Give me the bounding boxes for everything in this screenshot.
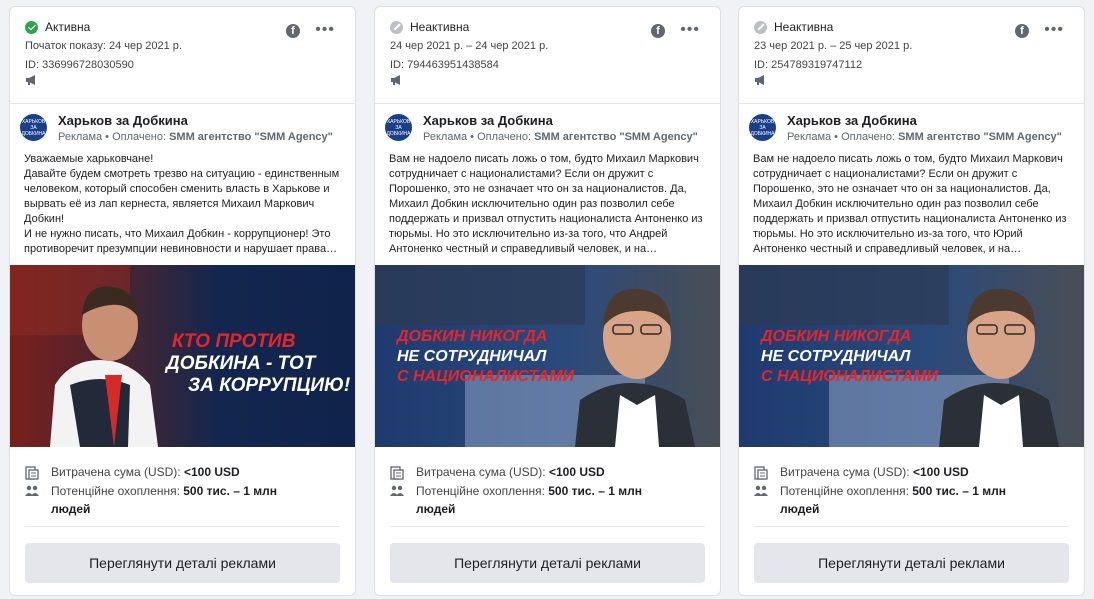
advertiser: ХАРЬКОВ ЗА ДОБКИНА Харьков за Добкина Ре…: [385, 113, 698, 143]
sponsor-line: Реклама • Оплачено: SMM агентство "SMM A…: [58, 131, 333, 143]
megaphone-icon: [755, 75, 764, 85]
image-line-3: ЗА КОРРУПЦИЮ!: [188, 375, 350, 396]
ad-body-text: Вам не надоело писать ложь о том, будто …: [389, 153, 703, 255]
spend-label: Витрачена сума (USD):: [780, 465, 913, 479]
sponsor-prefix: Реклама • Оплачено:: [58, 131, 170, 143]
ad-id: ID: 794463951438584: [390, 59, 499, 71]
view-ad-details-button[interactable]: Переглянути деталі реклами: [390, 543, 705, 583]
reach-label: Потенційне охоплення:: [416, 484, 549, 498]
spend-icon: [754, 466, 768, 480]
ad-card: Неактивна 24 чер 2021 р. – 24 чер 2021 р…: [374, 6, 721, 596]
image-line-1: ДОБКИН НИКОГДА: [759, 328, 911, 345]
advertiser: ХАРЬКОВ ЗА ДОБКИНА Харьков за Добкина Ре…: [749, 113, 1062, 143]
spend-icon: [25, 466, 39, 480]
status-inactive-icon: [754, 20, 767, 34]
run-dates: 24 чер 2021 р. – 24 чер 2021 р.: [390, 40, 549, 52]
people-icon: [754, 485, 768, 496]
sponsor-prefix: Реклама • Оплачено:: [423, 131, 535, 143]
image-line-2: НЕ СОТРУДНИЧАЛ: [397, 348, 547, 365]
image-line-3: С НАЦИОНАЛИСТАМИ: [761, 368, 939, 385]
page-avatar[interactable]: ХАРЬКОВ ЗА ДОБКИНА: [385, 114, 412, 141]
facebook-icon: f: [286, 24, 300, 38]
ad-body-text: Уважаемые харьковчане! Давайте будем смо…: [24, 153, 340, 255]
avatar-logo-text: ХАРЬКОВ ЗА ДОБКИНА: [21, 118, 46, 137]
spend-label: Витрачена сума (USD):: [416, 465, 549, 479]
ad-image[interactable]: КТО ПРОТИВ ДОБКИНА - ТОТ ЗА КОРРУПЦИЮ!: [10, 265, 355, 447]
megaphone-icon: [391, 75, 400, 85]
ad-stats: Витрачена сума (USD): <100 USD Потенційн…: [754, 465, 1074, 522]
image-line-2: НЕ СОТРУДНИЧАЛ: [761, 348, 911, 365]
divider: [754, 526, 1069, 527]
facebook-icon: f: [1015, 24, 1029, 38]
divider: [390, 526, 705, 527]
status-label: Неактивна: [410, 20, 470, 34]
spend-value: <100 USD: [548, 465, 605, 479]
page-name[interactable]: Харьков за Добкина: [787, 113, 1062, 128]
page-name[interactable]: Харьков за Добкина: [423, 113, 698, 128]
ad-id: ID: 254789319747112: [754, 59, 863, 71]
run-dates: 23 чер 2021 р. – 25 чер 2021 р.: [754, 40, 913, 52]
image-line-1: ДОБКИН НИКОГДА: [395, 328, 547, 345]
facebook-icon: f: [651, 24, 665, 38]
status-label: Активна: [45, 20, 91, 34]
sponsor-prefix: Реклама • Оплачено:: [787, 131, 899, 143]
page-avatar[interactable]: ХАРЬКОВ ЗА ДОБКИНА: [749, 114, 776, 141]
megaphone-icon: [26, 75, 35, 85]
advertiser: ХАРЬКОВ ЗА ДОБКИНА Харьков за Добкина Ре…: [20, 113, 333, 143]
view-ad-details-button[interactable]: Переглянути деталі реклами: [25, 543, 340, 583]
more-icon[interactable]: •••: [1044, 21, 1064, 39]
ad-card: Активна Початок показу: 24 чер 2021 р. I…: [9, 6, 356, 596]
ad-card-header: Неактивна 24 чер 2021 р. – 24 чер 2021 р…: [375, 7, 720, 104]
ad-card-header: Активна Початок показу: 24 чер 2021 р. I…: [10, 7, 355, 104]
people-icon: [25, 485, 39, 496]
divider: [25, 526, 340, 527]
reach-label: Потенційне охоплення:: [51, 484, 184, 498]
status-active-icon: [25, 20, 38, 34]
ad-card: Неактивна 23 чер 2021 р. – 25 чер 2021 р…: [738, 6, 1085, 596]
status: Активна: [25, 20, 90, 34]
sponsor-name: SMM агентство "SMM Agency": [169, 131, 333, 143]
sponsor-line: Реклама • Оплачено: SMM агентство "SMM A…: [423, 131, 698, 143]
page-avatar[interactable]: ХАРЬКОВ ЗА ДОБКИНА: [20, 114, 47, 141]
avatar-logo-text: ХАРЬКОВ ЗА ДОБКИНА: [386, 118, 411, 137]
spend-value: <100 USD: [183, 465, 240, 479]
ad-image[interactable]: ДОБКИН НИКОГДА НЕ СОТРУДНИЧАЛ С НАЦИОНАЛ…: [739, 265, 1084, 447]
more-icon[interactable]: •••: [315, 21, 335, 39]
spend-value: <100 USD: [912, 465, 969, 479]
ad-stats: Витрачена сума (USD): <100 USD Потенційн…: [390, 465, 710, 522]
sponsor-name: SMM агентство "SMM Agency": [898, 131, 1062, 143]
reach-label: Потенційне охоплення:: [780, 484, 913, 498]
more-icon[interactable]: •••: [680, 21, 700, 39]
ad-image[interactable]: ДОБКИН НИКОГДА НЕ СОТРУДНИЧАЛ С НАЦИОНАЛ…: [375, 265, 720, 447]
spend-icon: [390, 466, 404, 480]
image-line-3: С НАЦИОНАЛИСТАМИ: [397, 368, 575, 385]
status-inactive-icon: [390, 20, 403, 34]
sponsor-name: SMM агентство "SMM Agency": [534, 131, 698, 143]
ad-body-text: Вам не надоело писать ложь о том, будто …: [753, 153, 1067, 255]
ad-id: ID: 336996728030590: [25, 59, 134, 71]
sponsor-line: Реклама • Оплачено: SMM агентство "SMM A…: [787, 131, 1062, 143]
status: Неактивна: [390, 20, 469, 34]
image-line-2: ДОБКИНА - ТОТ: [164, 353, 317, 374]
ad-stats: Витрачена сума (USD): <100 USD Потенційн…: [25, 465, 345, 522]
image-line-1: КТО ПРОТИВ: [172, 331, 296, 352]
run-dates: Початок показу: 24 чер 2021 р.: [25, 40, 182, 52]
page-name[interactable]: Харьков за Добкина: [58, 113, 333, 128]
status-label: Неактивна: [774, 20, 834, 34]
view-ad-details-button[interactable]: Переглянути деталі реклами: [754, 543, 1069, 583]
status: Неактивна: [754, 20, 833, 34]
avatar-logo-text: ХАРЬКОВ ЗА ДОБКИНА: [750, 118, 775, 137]
spend-label: Витрачена сума (USD):: [51, 465, 184, 479]
people-icon: [390, 485, 404, 496]
ad-card-header: Неактивна 23 чер 2021 р. – 25 чер 2021 р…: [739, 7, 1084, 104]
